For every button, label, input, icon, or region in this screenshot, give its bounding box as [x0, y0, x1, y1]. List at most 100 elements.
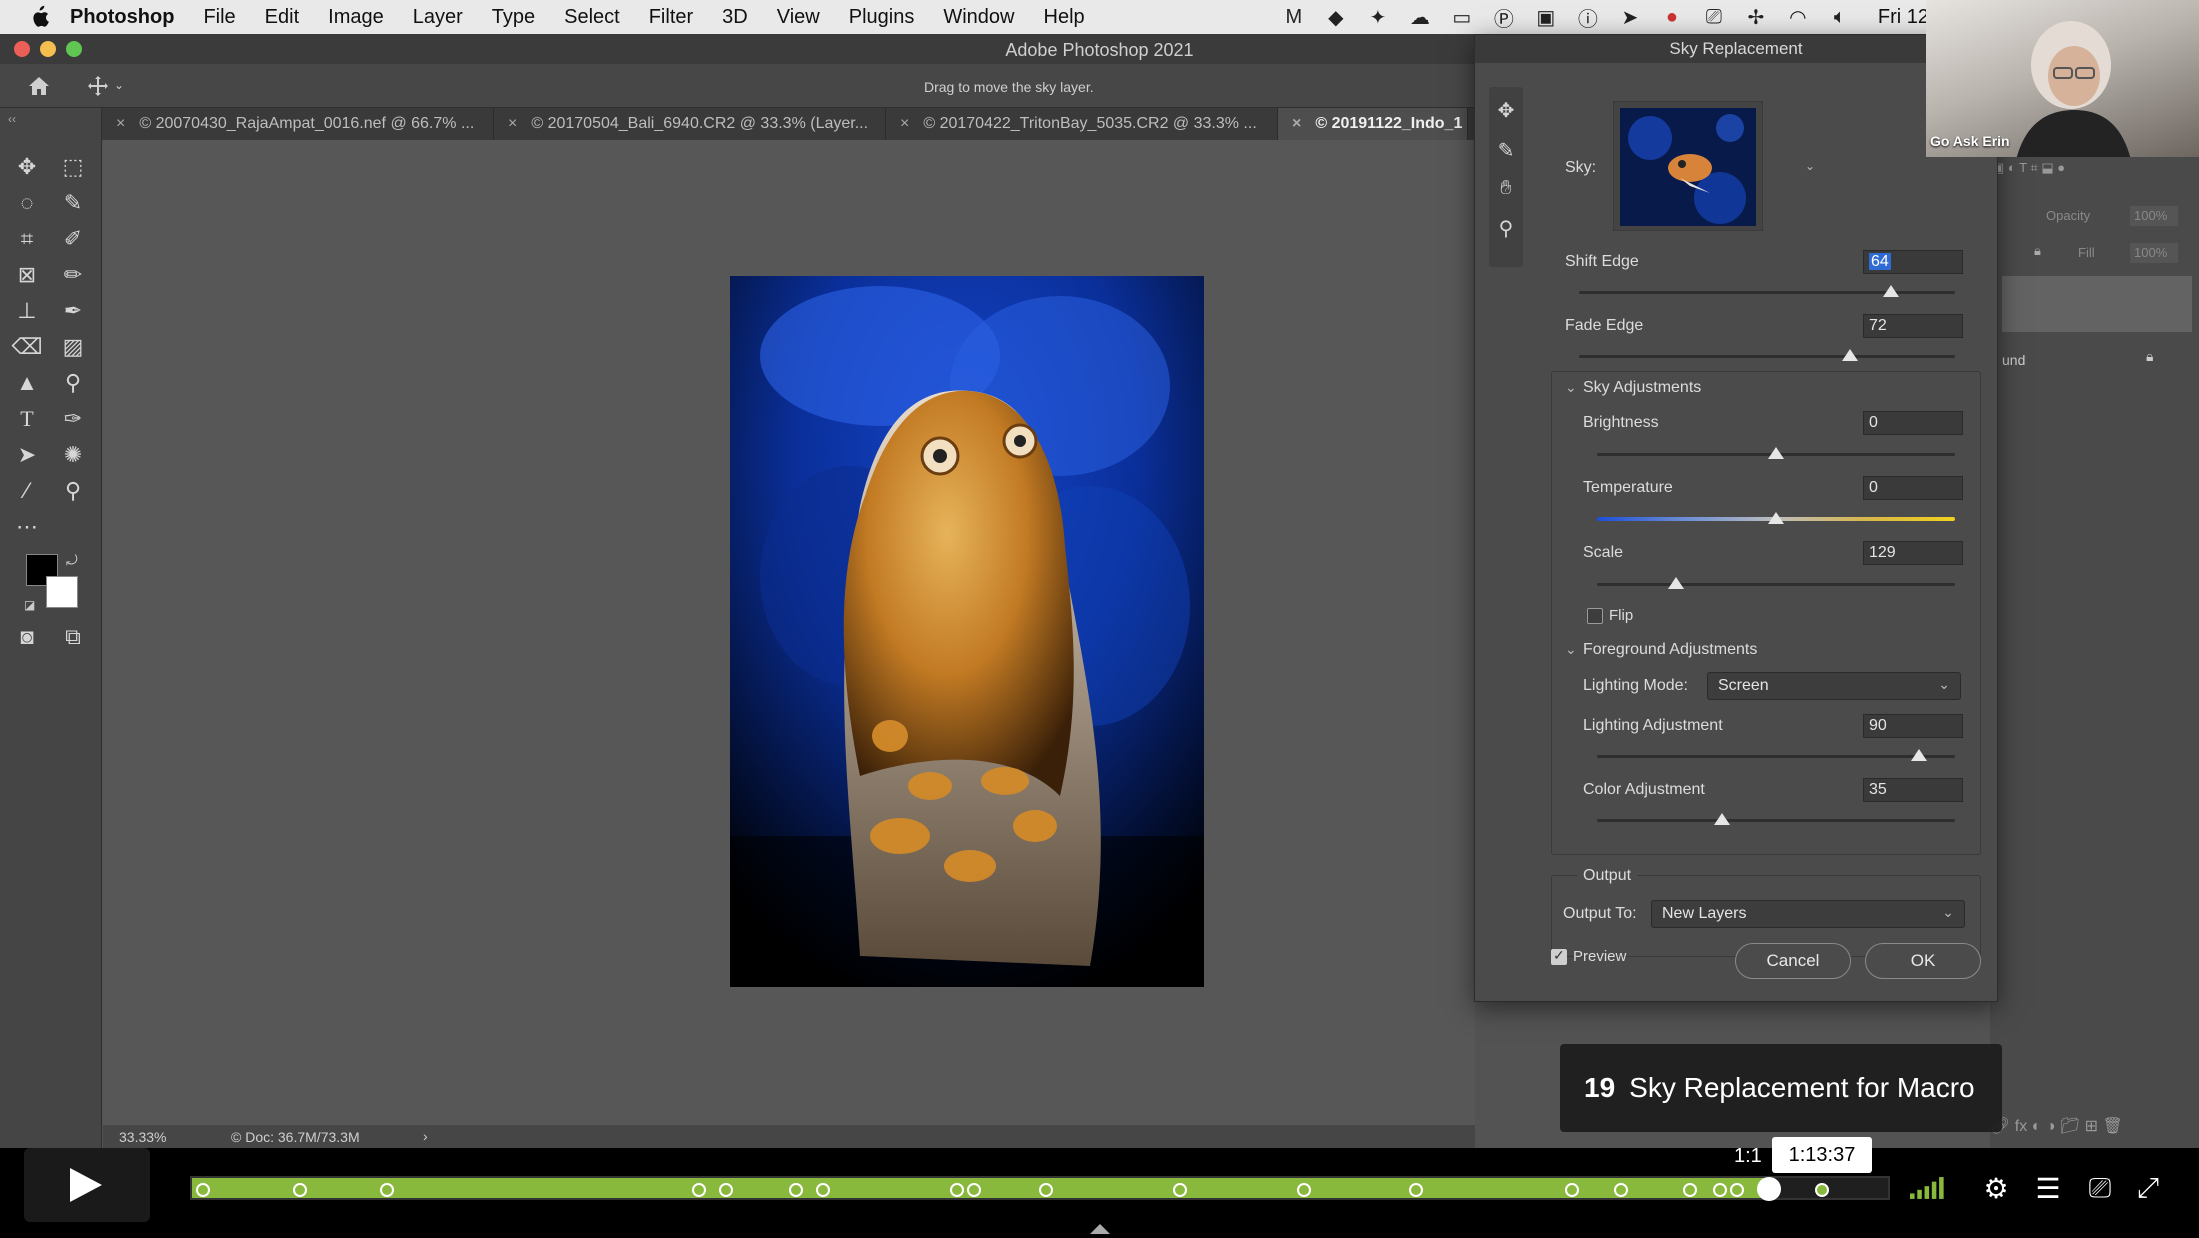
lighting-mode-select[interactable]: Screen ⌄ — [1707, 672, 1961, 700]
lock-icon[interactable]: 🔒︎ — [2034, 243, 2041, 259]
ok-button[interactable]: OK — [1865, 943, 1981, 979]
layer-row-selected[interactable] — [2002, 276, 2192, 332]
menu-layer[interactable]: Layer — [413, 6, 463, 29]
move-tool-icon[interactable] — [86, 74, 110, 98]
underwater-photo[interactable] — [730, 276, 1204, 987]
foreground-adjustments-heading[interactable]: Foreground Adjustments — [1583, 641, 1757, 659]
tab-tritonbay[interactable]: × © 20170422_TritonBay_5035.CR2 @ 33.3% .… — [886, 108, 1278, 140]
airplay-icon[interactable]: ⎚ — [2080, 1170, 2120, 1206]
creative-cloud-icon[interactable]: ☁ — [1406, 5, 1434, 29]
stamp-tool-icon[interactable]: ⊥ — [10, 296, 44, 326]
close-tab-icon[interactable]: × — [1292, 115, 1301, 133]
sky-thumbnail[interactable] — [1620, 108, 1756, 226]
screen-mode-icon[interactable]: ⧉ — [56, 622, 90, 652]
fade-edge-slider-thumb[interactable] — [1841, 349, 1858, 361]
settings-gear-icon[interactable]: ⚙ — [1976, 1170, 2016, 1206]
screen-record-icon[interactable]: ▣ — [1532, 5, 1560, 29]
shift-edge-input[interactable]: 64 — [1863, 250, 1963, 274]
brightness-input[interactable]: 0 — [1863, 411, 1963, 435]
close-tab-icon[interactable]: × — [508, 115, 517, 133]
chapter-marker[interactable] — [692, 1183, 707, 1197]
menu-window[interactable]: Window — [943, 6, 1014, 29]
shape-tool-icon[interactable]: ✺ — [56, 440, 90, 470]
foreground-adjustments-chevron-icon[interactable]: ⌄ — [1565, 641, 1577, 658]
color-adjustment-slider-track[interactable] — [1597, 819, 1955, 822]
line-tool-icon[interactable]: ⁄ — [10, 476, 44, 506]
layer-name-background[interactable]: und — [2002, 352, 2025, 368]
arrow-icon[interactable]: ➤ — [1616, 5, 1644, 29]
move-tool-icon[interactable]: ✥ — [10, 152, 44, 182]
flip-checkbox[interactable] — [1587, 608, 1603, 624]
eyedropper-tool-icon[interactable]: ✐ — [56, 224, 90, 254]
chapter-marker[interactable] — [380, 1183, 395, 1197]
menu-edit[interactable]: Edit — [265, 6, 299, 29]
chapter-marker[interactable] — [1297, 1183, 1312, 1197]
circle-p-icon[interactable]: Ⓟ — [1490, 5, 1518, 31]
zoom-level[interactable]: 33.33% — [119, 1129, 166, 1145]
progress-bar[interactable] — [190, 1176, 1890, 1201]
menu-app-photoshop[interactable]: Photoshop — [70, 6, 174, 29]
chapter-marker[interactable] — [789, 1183, 804, 1197]
gradient-tool-icon[interactable]: ▨ — [56, 332, 90, 362]
chapter-marker[interactable] — [1565, 1183, 1580, 1197]
temperature-input[interactable]: 0 — [1863, 476, 1963, 500]
dropbox-alt-icon[interactable]: ✦ — [1364, 5, 1392, 29]
more-tools-icon[interactable]: ⋯ — [10, 512, 44, 542]
color-adjustment-input[interactable]: 35 — [1863, 778, 1963, 802]
chapter-marker[interactable] — [966, 1183, 981, 1197]
chapter-marker[interactable] — [1409, 1183, 1424, 1197]
marquee-tool-icon[interactable]: ⬚ — [56, 152, 90, 182]
menu-select[interactable]: Select — [564, 6, 620, 29]
hand-tool-icon[interactable]: ✋︎ — [1489, 173, 1523, 203]
fade-edge-slider-track[interactable] — [1579, 355, 1955, 358]
expand-up-icon[interactable] — [1090, 1222, 1110, 1234]
tab-indo[interactable]: × © 20191122_Indo_1 — [1278, 108, 1468, 140]
bluetooth-icon[interactable]: ✢ — [1742, 5, 1770, 29]
dropbox-icon[interactable]: ◆ — [1322, 5, 1350, 29]
chapter-marker[interactable] — [718, 1183, 733, 1197]
blur-tool-icon[interactable]: ▲ — [10, 368, 44, 398]
volume-icon[interactable] — [1910, 1170, 1950, 1206]
lighting-adjustment-slider-thumb[interactable] — [1911, 749, 1928, 761]
eraser-tool-icon[interactable]: ⌫ — [10, 332, 44, 362]
history-brush-tool-icon[interactable]: ✒ — [56, 296, 90, 326]
scale-slider-track[interactable] — [1597, 583, 1955, 586]
zoom-tool-icon[interactable]: ⚲ — [1489, 213, 1523, 243]
frame-tool-icon[interactable]: ⊠ — [10, 260, 44, 290]
record-icon[interactable]: ● — [1658, 5, 1686, 29]
status-arrow-icon[interactable]: › — [423, 1128, 428, 1144]
brightness-slider-thumb[interactable] — [1768, 447, 1784, 459]
chapter-marker[interactable] — [1729, 1183, 1744, 1197]
cancel-button[interactable]: Cancel — [1735, 943, 1851, 979]
menu-3d[interactable]: 3D — [722, 6, 748, 29]
brush-tool-icon[interactable]: ✏ — [56, 260, 90, 290]
chapter-marker[interactable] — [196, 1183, 210, 1197]
sky-brush-tool-icon[interactable]: ✎ — [1489, 135, 1523, 165]
chapter-marker[interactable] — [1613, 1183, 1628, 1197]
shift-edge-slider-thumb[interactable] — [1883, 285, 1900, 297]
chapter-marker[interactable] — [293, 1183, 308, 1197]
background-color-swatch[interactable] — [46, 576, 78, 608]
fade-edge-input[interactable]: 72 — [1863, 314, 1963, 338]
opacity-field[interactable]: 100% — [2130, 206, 2178, 226]
lighting-adjustment-input[interactable]: 90 — [1863, 714, 1963, 738]
tab-rajaampat[interactable]: × © 20070430_RajaAmpat_0016.nef @ 66.7% .… — [102, 108, 494, 140]
sky-picker[interactable] — [1613, 101, 1763, 231]
gmail-icon[interactable]: M — [1280, 5, 1308, 29]
temperature-slider-thumb[interactable] — [1768, 512, 1784, 524]
chapter-marker[interactable] — [950, 1183, 965, 1197]
info-circle-icon[interactable]: ⓘ — [1574, 5, 1602, 31]
close-tab-icon[interactable]: × — [116, 115, 125, 133]
scale-input[interactable]: 129 — [1863, 541, 1963, 565]
quick-mask-icon[interactable]: ◙ — [10, 622, 44, 652]
volume-icon[interactable]: 🔈︎ — [1826, 5, 1854, 29]
chapter-marker[interactable] — [1173, 1183, 1188, 1197]
sky-adjustments-chevron-icon[interactable]: ⌄ — [1565, 379, 1577, 396]
tab-bali[interactable]: × © 20170504_Bali_6940.CR2 @ 33.3% (Layer… — [494, 108, 886, 140]
menu-plugins[interactable]: Plugins — [849, 6, 915, 29]
zoom-tool-icon[interactable]: ⚲ — [56, 476, 90, 506]
chapter-marker[interactable] — [1682, 1183, 1697, 1197]
preview-checkbox[interactable]: ✓ — [1551, 947, 1567, 965]
airplay-icon[interactable]: ⎚ — [1700, 5, 1728, 29]
chapter-marker[interactable] — [1039, 1183, 1054, 1197]
